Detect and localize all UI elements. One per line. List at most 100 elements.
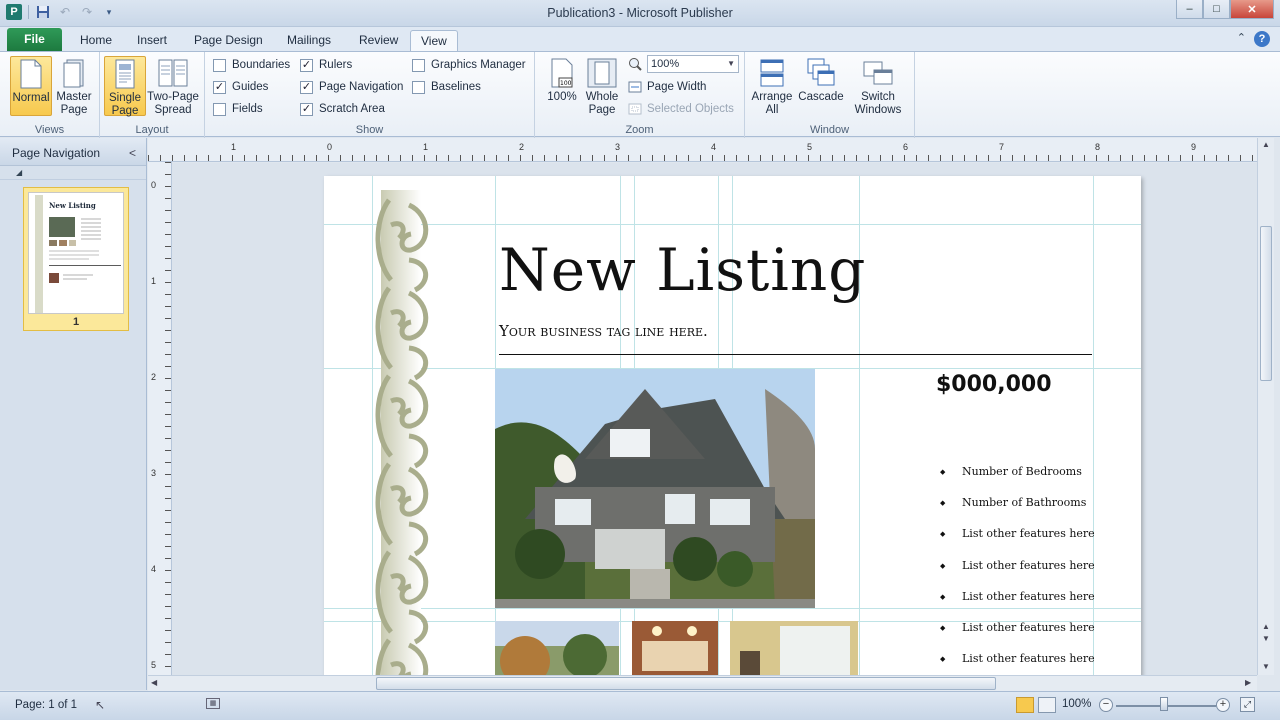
- boundaries-checkbox[interactable]: Boundaries: [213, 57, 290, 73]
- zoom-dropdown-icon[interactable]: ▼: [727, 56, 735, 72]
- magnifier-icon: [629, 58, 642, 71]
- horizontal-ruler-ticks: [148, 155, 1253, 161]
- zoom-100-button[interactable]: 100 100%: [541, 56, 583, 116]
- business-tagline[interactable]: Your business tag line here.: [499, 322, 708, 340]
- fields-check-box[interactable]: [213, 102, 226, 116]
- hruler-label: 2: [519, 142, 525, 152]
- tab-home[interactable]: Home: [70, 30, 122, 51]
- switch-windows-button[interactable]: Switch Windows: [849, 56, 907, 116]
- thumbnail-art: [35, 195, 121, 313]
- minimize-ribbon-icon[interactable]: ⌃: [1237, 31, 1246, 47]
- fields-checkbox[interactable]: Fields: [213, 101, 263, 117]
- hruler-label: 6: [903, 142, 909, 152]
- baselines-check-box[interactable]: [412, 80, 425, 94]
- scratch-area-checkbox[interactable]: ✓ Scratch Area: [300, 101, 385, 117]
- rulers-check-box[interactable]: ✓: [300, 58, 313, 72]
- group-layout: Single Page Two-Page Spread Layout: [100, 52, 205, 138]
- horizontal-scrollbar[interactable]: ◀ ▶: [148, 675, 1257, 691]
- scroll-page-down-icon[interactable]: ▼: [1262, 634, 1270, 643]
- listing-price[interactable]: $000,000: [936, 372, 1052, 397]
- ribbon: Normal Master Page Views Single Page Two…: [0, 51, 1280, 138]
- tab-insert[interactable]: Insert: [127, 30, 177, 51]
- page-navigation-checkbox[interactable]: ✓ Page Navigation: [300, 79, 403, 95]
- single-page-view-icon[interactable]: [1016, 697, 1034, 713]
- guides-check-box[interactable]: ✓: [213, 80, 226, 94]
- garden-photo[interactable]: [495, 621, 619, 675]
- graphics-manager-check-box[interactable]: [412, 58, 425, 72]
- cascade-button[interactable]: Cascade: [797, 56, 845, 116]
- bullet-icon: ◆: [940, 561, 946, 570]
- two-page-view-icon[interactable]: [1038, 697, 1056, 713]
- feature-text: List other features here: [962, 652, 1095, 666]
- scroll-up-icon[interactable]: ▲: [1262, 140, 1270, 149]
- help-icon[interactable]: ?: [1254, 31, 1270, 47]
- graphics-manager-checkbox[interactable]: Graphics Manager: [412, 57, 526, 73]
- close-button[interactable]: ✕: [1230, 0, 1274, 19]
- rulers-checkbox[interactable]: ✓ Rulers: [300, 57, 352, 73]
- features-list[interactable]: ◆ Number of Bedrooms ◆ Number of Bathrooms…: [936, 465, 1095, 675]
- scroll-page-up-icon[interactable]: ▲: [1262, 622, 1270, 631]
- hruler-label: 4: [711, 142, 717, 152]
- zoom-out-icon[interactable]: −: [1099, 698, 1113, 712]
- arrange-all-button[interactable]: Arrange All: [749, 56, 795, 116]
- zoom-slider-thumb[interactable]: [1160, 697, 1168, 711]
- page-width-button[interactable]: Page Width: [628, 78, 706, 96]
- zoom-in-icon[interactable]: +: [1216, 698, 1230, 712]
- whole-page-icon: [587, 58, 617, 88]
- page-width-label: Page Width: [647, 81, 707, 93]
- guides-checkbox[interactable]: ✓ Guides: [213, 79, 268, 95]
- living-room-image: [730, 621, 858, 675]
- scratch-area[interactable]: New Listing Your business tag line here.…: [172, 163, 1257, 675]
- vruler-label: 1: [151, 276, 157, 286]
- two-page-spread-icon: [158, 59, 188, 87]
- scroll-left-icon[interactable]: ◀: [151, 678, 157, 687]
- scroll-right-icon[interactable]: ▶: [1245, 678, 1251, 687]
- page-thumbnail[interactable]: New Listing 1: [23, 187, 129, 331]
- tab-page-design[interactable]: Page Design: [184, 30, 273, 51]
- two-page-spread-label: Two-Page Spread: [147, 91, 199, 116]
- horizontal-scroll-thumb[interactable]: [376, 677, 996, 690]
- tab-review[interactable]: Review: [349, 30, 408, 51]
- page-thumbnail-preview: New Listing: [28, 192, 124, 314]
- zoom-level-value: 100%: [651, 58, 680, 70]
- normal-page-icon: [20, 59, 42, 89]
- collapse-pane-icon[interactable]: <: [129, 138, 136, 168]
- scroll-down-icon[interactable]: ▼: [1262, 662, 1270, 671]
- page-navigation-check-box[interactable]: ✓: [300, 80, 313, 94]
- object-size-icon: ▦: [206, 698, 220, 709]
- vertical-ruler[interactable]: 0 1 2 3 4 5: [148, 162, 172, 675]
- status-zoom-level[interactable]: 100%: [1062, 698, 1091, 710]
- boundaries-check-box[interactable]: [213, 58, 226, 72]
- feature-item: ◆ List other features here: [936, 527, 1095, 558]
- selected-objects-button[interactable]: Selected Objects: [628, 100, 734, 118]
- expand-pages-icon[interactable]: ◢: [0, 166, 146, 180]
- master-page-button[interactable]: Master Page: [52, 56, 96, 116]
- selected-objects-label: Selected Objects: [647, 103, 734, 115]
- tab-mailings[interactable]: Mailings: [277, 30, 341, 51]
- two-page-spread-button[interactable]: Two-Page Spread: [146, 56, 200, 116]
- house-photo[interactable]: [495, 369, 815, 608]
- scratch-area-check-box[interactable]: ✓: [300, 102, 313, 116]
- fit-page-icon[interactable]: ⤢: [1240, 697, 1255, 712]
- interior-photo[interactable]: [632, 621, 718, 675]
- horizontal-ruler[interactable]: 1 0 1 2 3 4 5 6 7 8 9: [148, 138, 1257, 162]
- normal-view-button[interactable]: Normal: [10, 56, 52, 116]
- feature-item: ◆ Number of Bathrooms: [936, 496, 1095, 527]
- living-room-photo[interactable]: [730, 621, 858, 675]
- zoom-level-input[interactable]: 100% ▼: [647, 55, 739, 73]
- page-width-icon: [628, 81, 642, 93]
- vertical-scrollbar[interactable]: ▲ ▲ ▼ ▼: [1257, 138, 1274, 675]
- maximize-button[interactable]: □: [1203, 0, 1230, 19]
- publication-page[interactable]: New Listing Your business tag line here.…: [324, 176, 1141, 675]
- tab-file[interactable]: File: [7, 28, 62, 51]
- minimize-button[interactable]: –: [1176, 0, 1203, 19]
- baselines-checkbox[interactable]: Baselines: [412, 79, 481, 95]
- vruler-label: 2: [151, 372, 157, 382]
- single-page-button[interactable]: Single Page: [104, 56, 146, 117]
- whole-page-button[interactable]: Whole Page: [581, 56, 623, 116]
- tab-view[interactable]: View: [410, 30, 458, 51]
- page-status[interactable]: Page: 1 of 1: [15, 699, 77, 711]
- listing-headline[interactable]: New Listing: [499, 236, 866, 304]
- feature-item: ◆ List other features here: [936, 559, 1095, 590]
- vertical-scroll-thumb[interactable]: [1260, 226, 1272, 381]
